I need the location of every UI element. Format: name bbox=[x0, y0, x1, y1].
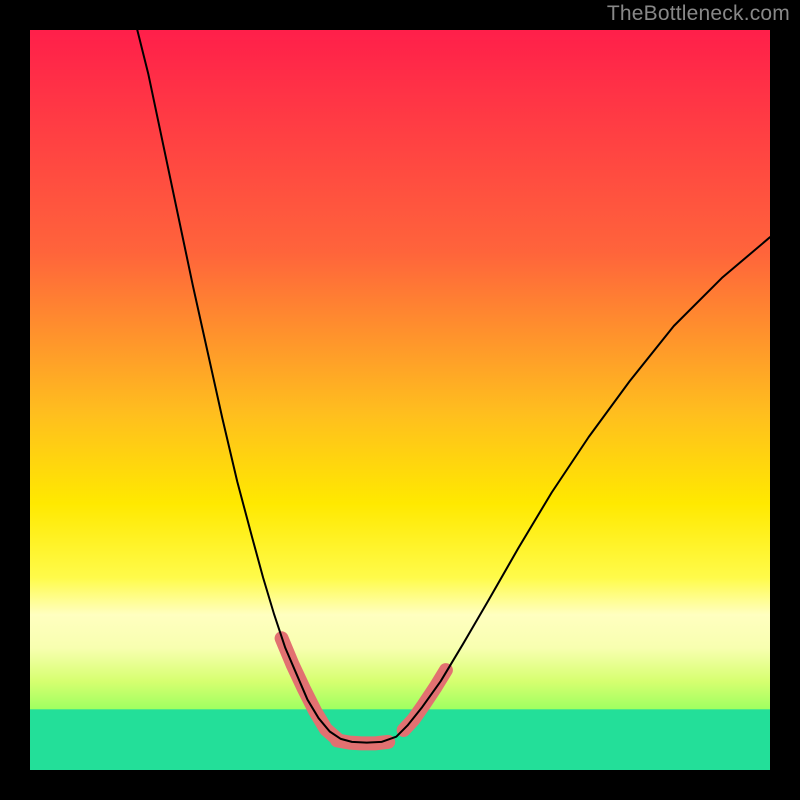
bottleneck-chart bbox=[0, 0, 800, 800]
chart-stage: TheBottleneck.com bbox=[0, 0, 800, 800]
watermark-text: TheBottleneck.com bbox=[607, 2, 790, 26]
plot-background bbox=[30, 30, 770, 770]
low-mismatch-band bbox=[30, 709, 770, 770]
